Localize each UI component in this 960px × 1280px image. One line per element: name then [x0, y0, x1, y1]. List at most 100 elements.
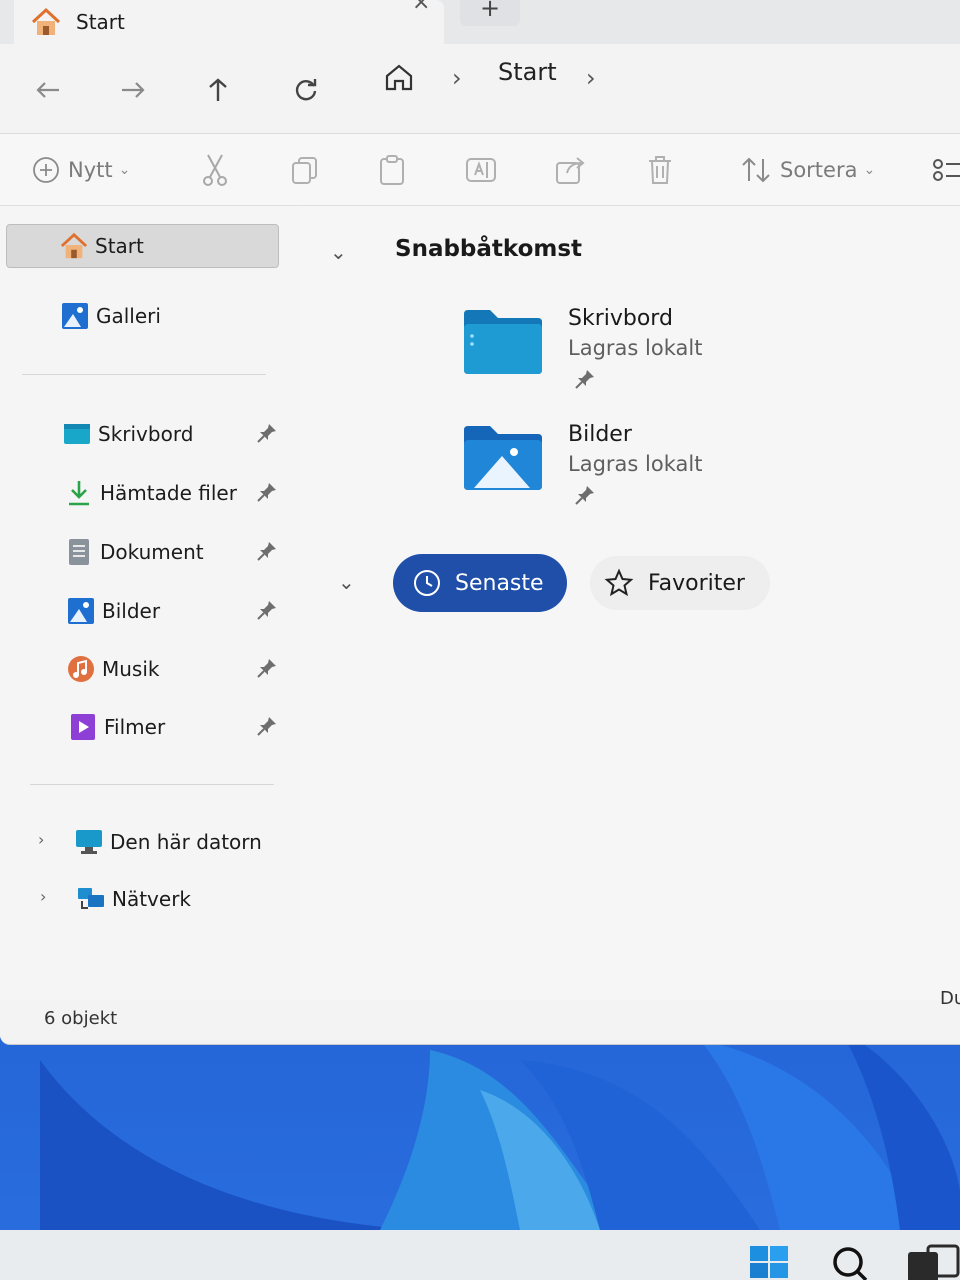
forward-button[interactable]: [113, 70, 153, 110]
sidebar-item-videos[interactable]: Filmer: [0, 705, 300, 749]
plus-circle-icon: [33, 157, 59, 183]
sidebar-item-start[interactable]: Start: [6, 224, 279, 268]
breadcrumb-expand-chevron[interactable]: ›: [586, 64, 596, 92]
wallpaper-bloom-image: [40, 1030, 960, 1230]
rename-icon: [466, 158, 496, 182]
content-pane: ⌄ Snabbåtkomst Skrivbord Lagras lokalt B…: [300, 206, 960, 1006]
chevron-down-icon: ⌄: [863, 162, 876, 178]
pin-icon[interactable]: [256, 540, 278, 562]
sidebar-item-documents[interactable]: Dokument: [0, 530, 300, 574]
sidebar-item-network[interactable]: › Nätverk: [0, 877, 300, 921]
collapse-quick-access-chevron[interactable]: ⌄: [330, 240, 347, 264]
arrow-left-icon: [36, 82, 59, 98]
sidebar-item-label: Nätverk: [112, 887, 192, 911]
quick-access-item-name: Skrivbord: [568, 306, 673, 331]
network-icon: [76, 884, 106, 914]
quick-access-item-location: Lagras lokalt: [568, 336, 703, 360]
rename-button[interactable]: [465, 150, 497, 190]
scissors-icon: [203, 154, 227, 186]
pictures-folder-icon: [464, 426, 542, 490]
new-button[interactable]: Nytt ⌄: [32, 150, 130, 190]
sidebar-divider: [30, 784, 274, 785]
taskbar: [0, 1230, 960, 1280]
music-icon: [66, 654, 96, 684]
star-icon: [604, 568, 634, 597]
windows-start-icon[interactable]: [748, 1244, 790, 1280]
file-explorer-window: Start × + › Start › Nytt ⌄ Sortera ⌄ Sta…: [0, 0, 960, 1045]
sidebar-item-this-pc[interactable]: › Den här datorn: [0, 820, 300, 864]
gallery-icon: [60, 301, 90, 331]
sidebar-item-label: Filmer: [104, 715, 166, 739]
new-tab-button[interactable]: +: [460, 0, 520, 26]
pin-icon[interactable]: [256, 599, 278, 621]
arrow-right-icon: [122, 82, 145, 98]
pictures-icon: [66, 596, 96, 626]
sidebar-item-label: Musik: [102, 657, 160, 681]
sidebar-item-label: Skrivbord: [98, 422, 194, 446]
chevron-down-icon: ⌄: [118, 162, 131, 178]
view-list-icon: [933, 159, 960, 181]
pin-icon[interactable]: [256, 715, 278, 737]
paste-button[interactable]: [378, 150, 406, 190]
search-icon[interactable]: [830, 1244, 870, 1280]
quick-access-item-name: Bilder: [568, 422, 632, 447]
favorites-tab-button[interactable]: Favoriter: [590, 556, 770, 610]
close-tab-icon[interactable]: ×: [412, 0, 430, 15]
sidebar-item-desktop[interactable]: Skrivbord: [0, 412, 300, 456]
status-bar: 6 objekt Du: [0, 988, 960, 1044]
quick-access-item-location: Lagras lokalt: [568, 452, 703, 476]
pin-icon[interactable]: [256, 422, 278, 444]
videos-icon: [68, 712, 98, 742]
breadcrumb-home-button[interactable]: [383, 62, 423, 102]
navigation-pane: Start Galleri Skrivbord Hämtade filer Do…: [0, 206, 300, 1006]
pin-icon: [575, 486, 594, 505]
quick-access-item-pictures[interactable]: Bilder Lagras lokalt: [450, 422, 850, 522]
sidebar-item-downloads[interactable]: Hämtade filer: [0, 471, 300, 515]
this-pc-icon: [74, 827, 104, 857]
cut-button[interactable]: [200, 150, 230, 190]
sort-label: Sortera: [780, 158, 858, 182]
clipboard-icon: [380, 155, 404, 185]
quick-access-item-desktop[interactable]: Skrivbord Lagras lokalt: [450, 306, 850, 406]
home-icon: [31, 7, 61, 35]
share-button[interactable]: [555, 150, 587, 190]
desktop-folder-icon: [464, 310, 542, 374]
breadcrumb-item-start[interactable]: Start: [498, 58, 557, 86]
back-button[interactable]: [28, 70, 68, 110]
quick-access-title: Snabbåtkomst: [395, 236, 583, 262]
pin-icon: [575, 370, 594, 389]
pin-icon[interactable]: [256, 481, 278, 503]
sort-button[interactable]: Sortera ⌄: [740, 150, 875, 190]
collapse-recent-chevron[interactable]: ⌄: [338, 570, 355, 594]
breadcrumb-separator: ›: [452, 64, 462, 92]
sidebar-item-pictures[interactable]: Bilder: [0, 589, 300, 633]
sidebar-item-label: Dokument: [100, 540, 204, 564]
recent-tab-button[interactable]: Senaste: [393, 554, 567, 612]
sidebar-item-gallery[interactable]: Galleri: [0, 294, 300, 338]
copy-button[interactable]: [290, 150, 320, 190]
sidebar-item-label: Galleri: [96, 304, 161, 328]
home-outline-icon: [385, 64, 413, 91]
new-label: Nytt: [68, 158, 113, 182]
share-icon: [556, 157, 585, 184]
clock-icon: [414, 570, 440, 596]
favorites-label: Favoriter: [648, 570, 745, 596]
refresh-button[interactable]: [286, 70, 326, 110]
chevron-right-icon[interactable]: ›: [40, 887, 46, 906]
task-view-icon[interactable]: [906, 1244, 960, 1280]
home-icon: [59, 231, 89, 261]
up-button[interactable]: [198, 70, 238, 110]
sidebar-item-label: Hämtade filer: [100, 481, 237, 505]
sidebar-item-label: Den här datorn: [110, 830, 262, 854]
sidebar-item-label: Start: [95, 234, 144, 258]
delete-button[interactable]: [646, 150, 674, 190]
status-right-text: Du: [940, 988, 960, 1009]
title-bar: Start × +: [0, 0, 960, 44]
recent-label: Senaste: [455, 570, 544, 596]
sidebar-item-music[interactable]: Musik: [0, 647, 300, 691]
tab-start[interactable]: Start ×: [14, 0, 444, 44]
view-button[interactable]: [932, 150, 960, 190]
chevron-right-icon[interactable]: ›: [38, 830, 44, 849]
navigation-bar: › Start ›: [0, 44, 960, 134]
pin-icon[interactable]: [256, 657, 278, 679]
